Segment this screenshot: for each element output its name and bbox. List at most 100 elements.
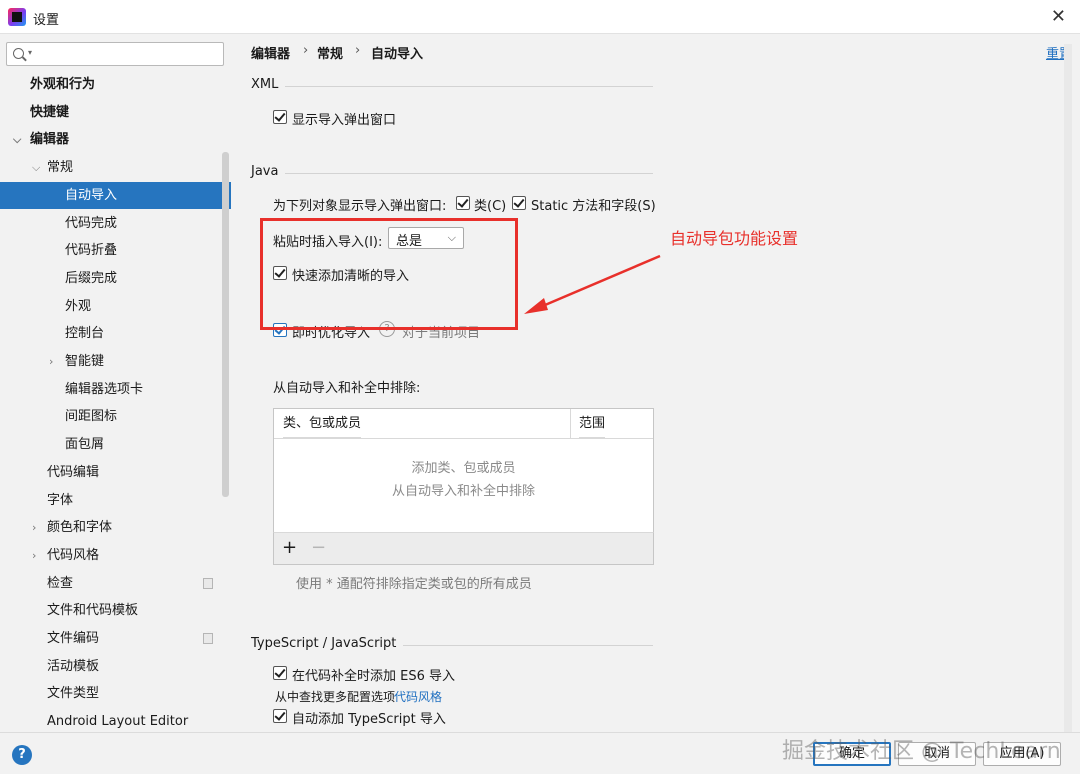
sidebar-item[interactable]: ⌵ 编辑器 xyxy=(0,126,231,153)
sidebar-item[interactable]: 间距图标 xyxy=(0,403,231,430)
sidebar-item-label: 代码风格 xyxy=(47,547,100,563)
sidebar-item[interactable]: 外观和行为 xyxy=(0,71,231,98)
sidebar-item-label: 控制台 xyxy=(65,326,105,342)
sidebar-item[interactable]: › 智能键 xyxy=(0,348,231,375)
project-scope-icon xyxy=(203,577,213,589)
sidebar-item[interactable]: 自动导入 xyxy=(0,181,231,209)
sidebar-item[interactable]: › 代码风格 xyxy=(0,542,231,569)
sidebar-item[interactable]: 快捷键 xyxy=(0,99,231,126)
sidebar-item[interactable]: 检查 xyxy=(0,570,231,597)
sidebar-item-label: Android Layout Editor xyxy=(47,714,189,730)
app-logo-icon xyxy=(8,8,26,26)
sidebar-item-label: 活动模板 xyxy=(47,658,100,674)
sidebar-item[interactable]: 代码折叠 xyxy=(0,237,231,264)
sidebar-item[interactable]: 编辑器选项卡 xyxy=(0,376,231,403)
chevron-right-icon[interactable]: › xyxy=(49,348,53,375)
breadcrumb-general[interactable]: 常规 xyxy=(317,43,343,62)
header-divider xyxy=(274,438,653,439)
sidebar-item-label: 外观和行为 xyxy=(30,77,96,92)
dialog-footer: ? 确定 取消 应用(A) 掘金技术社区 @ TechLearn xyxy=(0,732,1080,774)
show-popup-label: 显示导入弹出窗口 xyxy=(292,113,397,128)
sidebar-item-label: 检查 xyxy=(47,575,74,591)
sidebar-item-label: 代码折叠 xyxy=(65,243,118,259)
sidebar-item[interactable]: 外观 xyxy=(0,293,231,320)
sidebar-item-label: 文件编码 xyxy=(47,631,100,646)
sidebar-item[interactable]: ⌵ 常规 xyxy=(0,154,231,181)
sidebar-item[interactable]: 文件和代码模板 xyxy=(0,597,231,624)
static-members-checkbox[interactable] xyxy=(512,196,526,210)
classes-label: 类(C) xyxy=(474,199,507,214)
chevron-down-icon[interactable]: ⌵ xyxy=(32,154,40,181)
static-members-label: Static 方法和字段(S) xyxy=(531,199,656,214)
sidebar-item[interactable]: 控制台 xyxy=(0,320,231,347)
wildcard-hint: 使用 * 通配符排除指定类或包的所有成员 xyxy=(296,577,532,592)
watermark-text: 掘金技术社区 @ TechLearn xyxy=(782,739,1061,764)
column-divider xyxy=(570,409,571,438)
annotation-arrow-icon xyxy=(524,254,661,314)
sidebar-item-label: 颜色和字体 xyxy=(47,520,113,536)
annotation-highlight-box xyxy=(260,218,518,330)
remove-icon[interactable]: − xyxy=(311,537,326,558)
code-style-link[interactable]: 代码风格 xyxy=(394,688,442,705)
close-icon[interactable]: ✕ xyxy=(1051,6,1066,27)
sidebar-item[interactable]: › 颜色和字体 xyxy=(0,514,231,541)
classes-checkbox[interactable] xyxy=(456,196,470,210)
window-title: 设置 xyxy=(33,13,60,28)
empty-text-1: 添加类、包或成员 xyxy=(411,461,516,476)
sidebar-item-label: 外观 xyxy=(65,298,92,314)
sidebar-item[interactable]: 代码完成 xyxy=(0,210,231,237)
sidebar-item-label: 自动导入 xyxy=(65,187,118,203)
sidebar-item[interactable]: 后缀完成 xyxy=(0,265,231,292)
sidebar-item-label: 代码编辑 xyxy=(47,464,100,480)
sidebar-item-label: 编辑器选项卡 xyxy=(65,381,144,397)
sidebar-item[interactable]: Android Layout Editor xyxy=(0,708,231,732)
es6-import-label: 在代码补全时添加 ES6 导入 xyxy=(292,669,456,684)
sidebar-item[interactable]: 面包屑 xyxy=(0,431,231,458)
sidebar-item[interactable]: 活动模板 xyxy=(0,653,231,680)
section-title-xml: XML xyxy=(251,77,279,92)
project-scope-icon xyxy=(203,633,213,644)
chevron-down-icon[interactable]: ⌵ xyxy=(13,126,21,153)
exclude-table-toolbar: + − xyxy=(273,532,654,565)
chevron-right-icon[interactable]: › xyxy=(32,514,36,541)
empty-text-2: 从自动导入和补全中排除 xyxy=(391,484,535,499)
sidebar-item-label: 智能键 xyxy=(65,354,105,369)
breadcrumb-separator: › xyxy=(303,43,309,58)
section-title-java: Java xyxy=(251,164,279,179)
sidebar-item-label: 后缀完成 xyxy=(65,270,118,286)
chevron-right-icon[interactable]: › xyxy=(32,542,36,569)
sidebar-item-label: 快捷键 xyxy=(30,104,70,120)
sidebar-item[interactable]: 代码编辑 xyxy=(0,459,231,486)
column-header-class[interactable]: 类、包或成员 xyxy=(283,409,362,438)
column-header-scope[interactable]: 范围 xyxy=(579,409,606,438)
sidebar-item[interactable]: 文件编码 xyxy=(0,625,231,652)
settings-sidebar: ▾ 外观和行为快捷键 ⌵ 编辑器 ⌵ 常规自动导入代码完成代码折叠后缀完成外观控制台 › 智… xyxy=(0,34,231,732)
search-input[interactable]: ▾ xyxy=(6,42,224,66)
annotation-text: 自动导包功能设置 xyxy=(670,229,799,248)
section-divider xyxy=(285,173,653,174)
exclude-label: 从自动导入和补全中排除: xyxy=(273,381,421,396)
sidebar-item-label: 编辑器 xyxy=(30,132,70,148)
show-popup-checkbox[interactable] xyxy=(273,110,287,124)
sidebar-item[interactable]: 文件类型 xyxy=(0,680,231,707)
sidebar-item[interactable]: 字体 xyxy=(0,487,231,514)
sidebar-item-label: 面包屑 xyxy=(65,437,105,453)
chevron-down-icon: ▾ xyxy=(28,48,33,57)
es6-import-checkbox[interactable] xyxy=(273,666,287,680)
sidebar-item-label: 间距图标 xyxy=(65,409,118,425)
sidebar-scrollbar[interactable] xyxy=(222,152,229,497)
auto-ts-import-checkbox[interactable] xyxy=(273,709,287,723)
sidebar-item-label: 字体 xyxy=(47,492,74,508)
sidebar-item-label: 文件和代码模板 xyxy=(47,603,139,619)
main-scrollbar[interactable] xyxy=(1064,44,1072,734)
sidebar-item-label: 常规 xyxy=(47,160,74,176)
add-icon[interactable]: + xyxy=(282,537,297,558)
title-bar: 设置 ✕ xyxy=(0,0,1080,34)
search-icon xyxy=(13,48,24,59)
breadcrumb-editor[interactable]: 编辑器 xyxy=(251,43,290,62)
sidebar-item-label: 代码完成 xyxy=(65,215,118,231)
help-icon[interactable]: ? xyxy=(12,745,32,765)
popup-for-label: 为下列对象显示导入弹出窗口: xyxy=(273,199,447,214)
breadcrumb-separator: › xyxy=(355,43,361,58)
more-options-text: 从中查找更多配置选项 xyxy=(275,690,396,704)
